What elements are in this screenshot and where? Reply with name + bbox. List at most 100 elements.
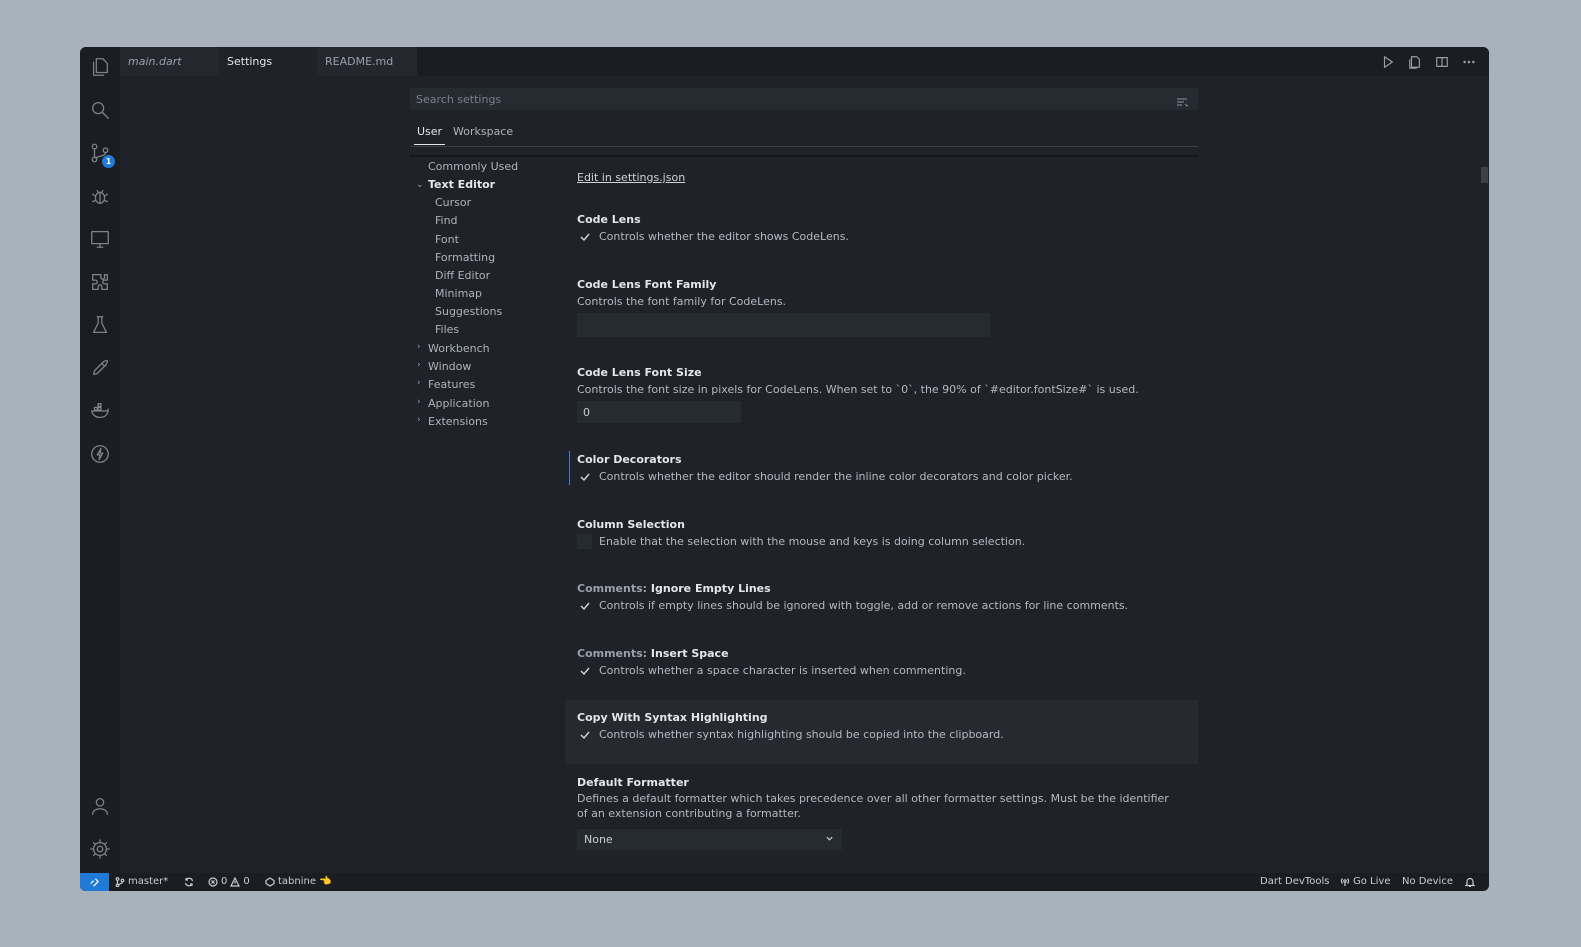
settings-search [410,88,1198,111]
setting-title: Copy With Syntax Highlighting [577,711,768,724]
device-status[interactable]: No Device [1402,873,1453,891]
toc-minimap[interactable]: Minimap [435,287,482,300]
setting-code-lens-font-size: Code Lens Font Size Controls the font si… [565,366,1198,426]
broadcast-icon [1340,878,1350,886]
setting-description: Controls the font size in pixels for Cod… [577,383,1139,396]
code-lens-font-size-input-box [577,401,741,424]
setting-title: Default Formatter [577,776,689,789]
edit-in-settings-json-link[interactable]: Edit in settings.json [577,171,685,184]
tab-workspace[interactable]: Workspace [450,125,516,144]
code-lens-font-size-input[interactable] [577,401,741,424]
open-file-icon[interactable] [1407,54,1423,70]
problems-status[interactable]: 0 0 [208,873,250,891]
setting-description: Controls the font family for CodeLens. [577,295,787,308]
tab-main-dart[interactable]: main.dart [120,47,219,76]
ignore-empty-lines-checkbox[interactable] [577,598,592,613]
setting-code-lens-font-family: Code Lens Font Family Controls the font … [565,278,1198,338]
account-icon[interactable] [88,794,112,818]
go-live-status[interactable]: Go Live [1340,873,1390,891]
branch-name: master* [128,876,169,887]
remote-indicator[interactable] [80,873,109,891]
toc-find[interactable]: Find [435,214,458,227]
toc-window[interactable]: Window [428,360,471,373]
scope-tabs: User Workspace [410,123,1198,147]
rocket-icon[interactable] [88,356,112,380]
chevron-right-icon: › [417,342,421,352]
tab-user[interactable]: User [414,125,446,145]
setting-title: Comments: Ignore Empty Lines [577,582,771,595]
toc-suggestions[interactable]: Suggestions [435,305,502,318]
search-input[interactable] [410,88,1198,111]
error-icon [208,877,218,887]
source-control-icon[interactable]: 1 [88,141,115,168]
filter-icon[interactable] [1176,93,1189,107]
toc-extensions[interactable]: Extensions [428,415,488,428]
setting-description: Controls whether the editor should rende… [599,470,1073,483]
dart-devtools-label: Dart DevTools [1260,876,1330,887]
remote-explorer-icon[interactable] [88,227,112,251]
branch-status[interactable]: master* [115,873,168,891]
tab-readme[interactable]: README.md [317,47,417,76]
toc-commonly-used[interactable]: Commonly Used [428,160,518,173]
tabnine-emoji: 👈 [319,876,332,887]
branch-icon [115,877,125,887]
setting-description: Enable that the selection with the mouse… [599,535,1026,548]
toc-application[interactable]: Application [428,397,489,410]
setting-title: Code Lens [577,213,641,226]
setting-title: Color Decorators [577,453,682,466]
split-editor-icon[interactable] [1434,54,1450,70]
scrollbar-thumb[interactable] [1481,167,1488,183]
docker-icon[interactable] [88,399,112,423]
setting-code-lens: Code Lens Controls whether the editor sh… [565,213,1198,253]
setting-title: Column Selection [577,518,685,531]
toc-workbench[interactable]: Workbench [428,342,490,355]
search-icon[interactable] [88,98,112,122]
sync-icon[interactable] [184,873,194,891]
setting-category: Comments: [577,647,651,660]
debug-icon[interactable] [88,184,112,208]
extensions-icon[interactable] [88,270,112,294]
setting-name: Insert Space [650,647,729,660]
toc-files[interactable]: Files [435,323,459,336]
code-lens-font-family-input[interactable] [577,313,990,337]
more-icon[interactable] [1461,54,1477,70]
explorer-icon[interactable] [88,55,112,79]
toc-font[interactable]: Font [435,233,459,246]
source-control-badge: 1 [102,155,115,168]
setting-title: Code Lens Font Family [577,278,717,291]
toc-diff-editor[interactable]: Diff Editor [435,269,490,282]
code-lens-checkbox[interactable] [577,229,592,244]
toc-cursor[interactable]: Cursor [435,196,471,209]
copy-syntax-checkbox[interactable] [577,727,592,742]
setting-category: Comments: [577,582,651,595]
column-selection-checkbox[interactable] [577,534,592,549]
run-icon[interactable] [1380,54,1396,70]
setting-name: Ignore Empty Lines [650,582,771,595]
color-decorators-checkbox[interactable] [577,469,592,484]
toc-features[interactable]: Features [428,378,475,391]
setting-copy-with-syntax-highlighting: Copy With Syntax Highlighting Controls w… [565,700,1198,764]
setting-description: Controls if empty lines should be ignore… [599,599,1129,612]
lightning-icon[interactable] [88,442,112,466]
toc-text-editor[interactable]: Text Editor [428,178,495,191]
bell-icon[interactable] [1465,873,1475,891]
chevron-right-icon: › [417,360,421,370]
tab-settings[interactable]: Settings [219,47,317,76]
tabnine-label: tabnine [278,876,317,887]
toc-formatting[interactable]: Formatting [435,251,495,264]
focus-indicator [569,451,570,485]
setting-default-formatter: Default Formatter Defines a default form… [565,776,1198,856]
editor-actions [1380,54,1477,70]
setting-color-decorators: Color Decorators Controls whether the ed… [565,451,1198,493]
default-formatter-select[interactable]: None [577,829,842,850]
select-value: None [584,833,613,846]
dart-devtools-status[interactable]: Dart DevTools [1260,873,1329,891]
warning-count: 0 [243,876,250,887]
manage-gear-icon[interactable] [88,837,112,861]
testing-icon[interactable] [88,313,112,337]
activity-bar: 1 [80,47,120,873]
setting-description: Controls whether syntax highlighting sho… [599,728,1004,741]
insert-space-checkbox[interactable] [577,663,592,678]
tabnine-icon [265,877,275,887]
tabnine-status[interactable]: tabnine 👈 [265,873,331,891]
